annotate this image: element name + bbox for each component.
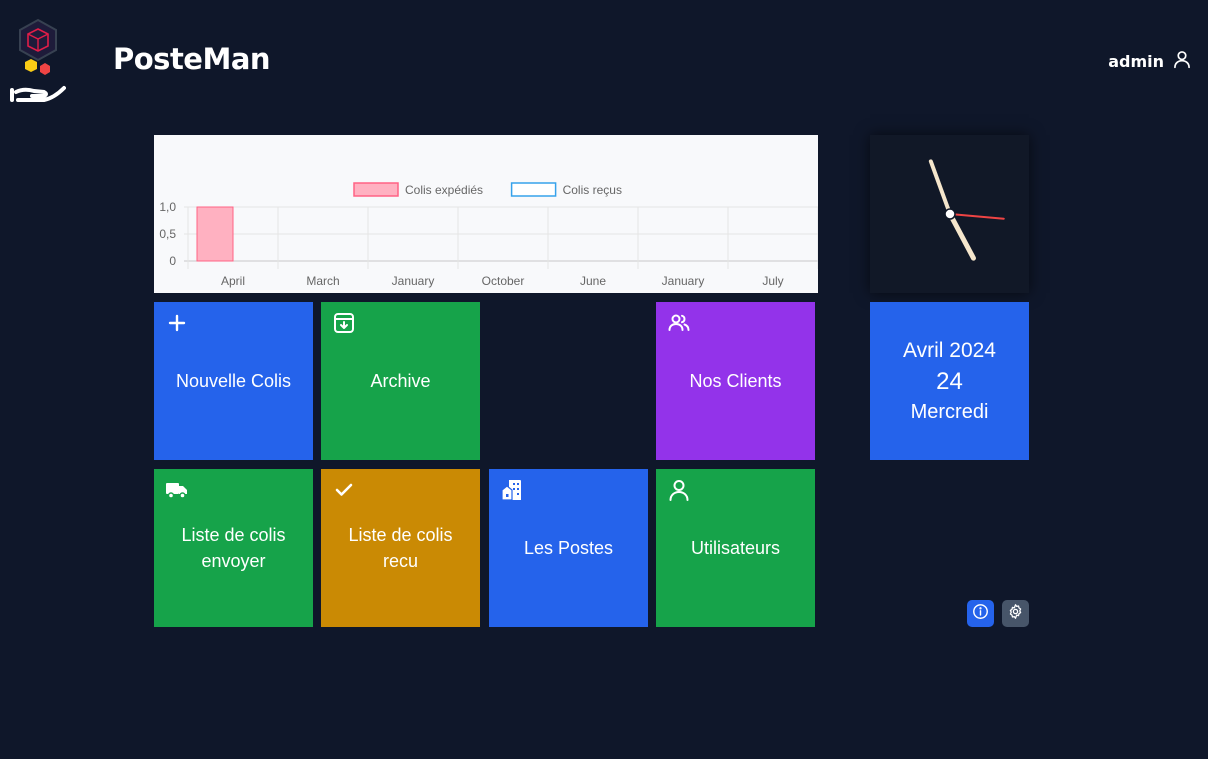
settings-button[interactable] xyxy=(1002,600,1029,627)
legend-swatch xyxy=(510,182,557,197)
tile-label: Utilisateurs xyxy=(690,538,781,558)
plus-icon xyxy=(165,311,189,335)
x-tick-label: January xyxy=(662,274,705,288)
date-day: 24 xyxy=(936,367,963,395)
y-tick-label: 1,0 xyxy=(159,200,176,214)
clock-second-hand xyxy=(949,213,1005,220)
x-tick-label: January xyxy=(392,274,435,288)
users-icon xyxy=(667,311,691,335)
tile-label: Archive xyxy=(370,371,431,391)
tile-liste-colis-recu[interactable]: Liste de colis recu xyxy=(321,469,480,627)
analog-clock xyxy=(870,135,1029,293)
shipments-chart: 1,0 0,5 0 April March January October June Janua… xyxy=(154,135,818,293)
clock-hour-hand xyxy=(947,211,976,261)
tile-label: Nos Clients xyxy=(689,371,782,391)
tile-label: Les Postes xyxy=(523,538,614,558)
bar xyxy=(196,206,234,262)
tile-utilisateurs[interactable]: Utilisateurs xyxy=(656,469,815,627)
legend-label: Colis reçus xyxy=(563,183,622,197)
date-weekday: Mercredi xyxy=(910,400,989,423)
legend-label: Colis expédiés xyxy=(405,183,483,197)
chart-svg: 1,0 0,5 0 April March January October June Janua… xyxy=(159,182,818,288)
tile-label: Nouvelle Colis xyxy=(175,371,292,391)
tile-label: Liste de colis envoyer xyxy=(181,525,286,571)
x-tick-label: April xyxy=(221,274,245,288)
building-icon xyxy=(500,478,524,502)
tile-les-postes[interactable]: Les Postes xyxy=(489,469,648,627)
clock-center xyxy=(944,208,956,220)
user-icon xyxy=(1172,49,1192,73)
app-brand: PosteMan xyxy=(113,42,271,76)
check-icon xyxy=(332,478,356,502)
y-tick-label: 0 xyxy=(169,254,176,268)
user-icon xyxy=(667,478,691,502)
tile-archive[interactable]: Archive xyxy=(321,302,480,460)
x-tick-label: March xyxy=(306,274,339,288)
archive-icon xyxy=(332,311,356,335)
gear-icon xyxy=(1007,603,1024,625)
date-card: Avril 2024 24 Mercredi xyxy=(870,302,1029,460)
user-menu[interactable]: admin xyxy=(1108,49,1192,73)
x-tick-label: July xyxy=(762,274,783,288)
username: admin xyxy=(1108,51,1164,71)
x-tick-label: October xyxy=(482,274,525,288)
tile-nouvelle-colis[interactable]: Nouvelle Colis xyxy=(154,302,313,460)
info-button[interactable] xyxy=(967,600,994,627)
truck-icon xyxy=(165,478,189,502)
clock-minute-hand xyxy=(928,159,952,216)
info-icon xyxy=(972,603,989,625)
tile-liste-colis-envoyer[interactable]: Liste de colis envoyer xyxy=(154,469,313,627)
app-logo xyxy=(10,18,66,106)
tile-label: Liste de colis recu xyxy=(348,525,453,571)
x-tick-label: June xyxy=(580,274,606,288)
tile-nos-clients[interactable]: Nos Clients xyxy=(656,302,815,460)
date-month-year: Avril 2024 xyxy=(902,338,996,362)
legend-swatch xyxy=(353,182,399,197)
y-tick-label: 0,5 xyxy=(159,227,176,241)
